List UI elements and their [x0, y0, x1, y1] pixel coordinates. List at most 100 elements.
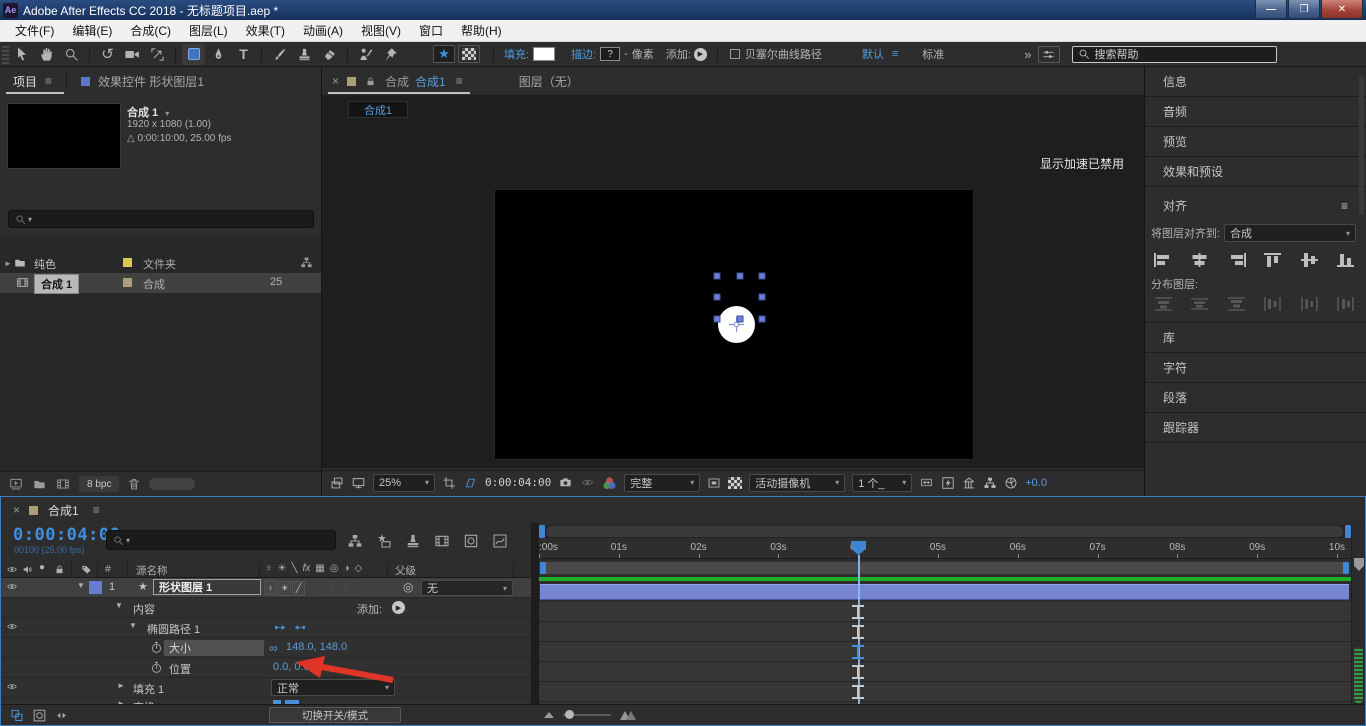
pixel-aspect-correction-icon[interactable] — [919, 476, 934, 489]
fill-label[interactable]: 填充 1 — [133, 681, 164, 697]
label-column-icon[interactable] — [81, 564, 92, 575]
timeline-search-input[interactable]: ▾ — [106, 530, 336, 550]
dist-vcenter-icon[interactable] — [1189, 296, 1210, 312]
scroll-left-bracket[interactable] — [539, 525, 545, 538]
menu-item[interactable]: 视图(V) — [352, 20, 410, 41]
quality-icon[interactable]: ╲ — [291, 563, 297, 574]
menu-item[interactable]: 动画(A) — [294, 20, 352, 41]
collapsed-panel-header[interactable]: 音频 — [1145, 97, 1366, 127]
solo-icon[interactable]: ● — [39, 562, 45, 573]
stopwatch-icon[interactable] — [150, 641, 163, 654]
project-hscrollbar[interactable] — [149, 478, 195, 490]
comp-breadcrumb[interactable]: 合成1 — [348, 101, 408, 118]
project-row-comp1[interactable]: 合成 1 合成 25 — [0, 273, 321, 293]
layer-duration-bar[interactable] — [540, 584, 1349, 600]
parent-pickwhip-icon[interactable]: ◎ — [403, 580, 413, 594]
menu-item[interactable]: 帮助(H) — [452, 20, 511, 41]
label-color-swatch[interactable] — [123, 278, 132, 287]
new-composition-icon[interactable] — [55, 477, 71, 491]
size-label[interactable]: 大小 — [164, 640, 264, 656]
eye-icon[interactable] — [6, 621, 18, 632]
interpret-footage-icon[interactable] — [8, 477, 24, 491]
new-folder-icon[interactable] — [32, 478, 47, 491]
menu-item[interactable]: 效果(T) — [237, 20, 294, 41]
comp-marker-button[interactable] — [1354, 558, 1364, 571]
selection-tool[interactable] — [10, 44, 33, 65]
work-area-bar[interactable] — [539, 561, 1351, 575]
menu-item[interactable]: 合成(C) — [121, 20, 180, 41]
reset-exposure-icon[interactable] — [1004, 476, 1018, 490]
selection-handle[interactable] — [714, 294, 721, 301]
comp-canvas[interactable] — [494, 189, 974, 460]
label-color-swatch[interactable] — [123, 258, 132, 267]
shy-icon[interactable]: ♀ — [265, 563, 273, 574]
dist-top-icon[interactable] — [1153, 296, 1174, 312]
collapse-icon[interactable]: ☀ — [278, 563, 287, 574]
camera-view-dropdown[interactable]: 活动摄像机▾ — [749, 474, 845, 492]
current-time-display[interactable]: 0:00:04:00 — [13, 525, 120, 545]
view-layout-dropdown[interactable]: 1 个_▾ — [852, 474, 912, 492]
snapshot-icon[interactable] — [558, 476, 573, 489]
transfer-controls-pane-icon[interactable] — [32, 708, 47, 723]
project-row-solids[interactable]: ► 纯色 文件夹 — [0, 253, 321, 273]
comp-flowchart-icon[interactable] — [983, 476, 997, 490]
close-button[interactable]: ✕ — [1321, 0, 1363, 19]
bezier-path-checkbox[interactable] — [730, 49, 740, 59]
eye-icon[interactable] — [6, 581, 18, 592]
selection-handle[interactable] — [736, 315, 743, 322]
blend-mode-dropdown[interactable]: 正常▾ — [271, 679, 395, 696]
eraser-tool[interactable] — [318, 44, 341, 65]
selection-handle[interactable] — [759, 272, 766, 279]
time-ruler[interactable]: :00s01s02s03s04s05s06s07s08s09s10s — [539, 539, 1351, 559]
comp-thumbnail[interactable] — [7, 103, 121, 169]
layer-label-color[interactable] — [89, 581, 102, 594]
flowchart-icon[interactable] — [300, 256, 313, 269]
edit-workspaces-icon[interactable] — [1038, 46, 1060, 63]
work-area-start-handle[interactable] — [540, 562, 546, 574]
primary-viewer-icon[interactable] — [351, 476, 366, 490]
restore-button[interactable]: ❐ — [1288, 0, 1320, 19]
fill-label[interactable]: 填充: — [504, 46, 529, 62]
selection-handle[interactable] — [759, 315, 766, 322]
show-snapshot-icon[interactable] — [580, 476, 595, 489]
transparency-grid-icon[interactable] — [728, 477, 742, 489]
workspace-default[interactable]: 默认 — [862, 46, 884, 62]
menu-item[interactable]: 编辑(E) — [63, 20, 121, 41]
adjustment-layer-icon[interactable]: ◑ — [343, 563, 349, 574]
bit-depth-button[interactable]: 8 bpc — [79, 476, 119, 492]
roto-brush-tool[interactable] — [354, 44, 377, 65]
fx-icon[interactable]: fx — [303, 563, 311, 574]
timeline-zoom-slider[interactable] — [563, 714, 611, 716]
menu-item[interactable]: 窗口 — [410, 20, 452, 41]
puppet-pin-tool[interactable] — [379, 44, 402, 65]
collapsed-panel-header[interactable]: 段落 — [1145, 383, 1366, 413]
selection-handle[interactable] — [759, 294, 766, 301]
tab-timeline-comp1[interactable]: 合成1 — [48, 502, 79, 519]
dist-hcenter-icon[interactable] — [1299, 296, 1320, 312]
collapsed-panel-header[interactable]: 预览 — [1145, 127, 1366, 157]
col-number[interactable]: # — [105, 563, 111, 575]
rotate-tool[interactable]: ↺ — [96, 44, 119, 65]
fast-previews-icon[interactable] — [941, 476, 955, 490]
pan-behind-tool[interactable] — [146, 44, 169, 65]
position-property-row[interactable]: 位置 0.0, 0.0 — [1, 658, 531, 678]
tab-composition-label[interactable]: 合成 — [385, 73, 409, 90]
contents-label[interactable]: 内容 — [133, 601, 155, 617]
speaker-icon[interactable] — [22, 564, 33, 575]
right-panel-scrollbar[interactable] — [1359, 75, 1364, 215]
expand-icon[interactable]: ▼ — [115, 601, 123, 610]
align-top-icon[interactable] — [1262, 252, 1283, 268]
tab-effect-controls[interactable]: 效果控件 形状图层1 — [98, 73, 204, 90]
3d-layer-icon[interactable]: ◇ — [355, 563, 363, 574]
zoom-tool[interactable] — [60, 44, 83, 65]
zoom-in-icon[interactable] — [620, 710, 636, 720]
path-direction-reverse-icon[interactable] — [292, 621, 307, 634]
ellipse-path-label[interactable]: 椭圆路径 1 — [147, 621, 200, 637]
dist-right-icon[interactable] — [1335, 296, 1356, 312]
resolution-dropdown[interactable]: 完整▾ — [624, 474, 700, 492]
timeline-button-icon[interactable] — [962, 476, 976, 490]
comp-panel-menu-icon[interactable]: ≡ — [456, 74, 463, 88]
selection-handle[interactable] — [714, 315, 721, 322]
col-source-name[interactable]: 源名称 — [136, 563, 168, 578]
dist-bottom-icon[interactable] — [1226, 296, 1247, 312]
